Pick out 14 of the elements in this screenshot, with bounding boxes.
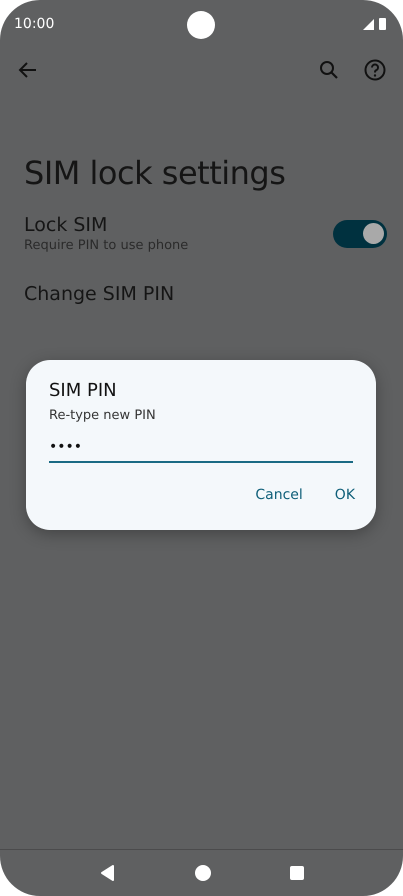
camera-icon: [187, 11, 215, 39]
dialog-button[interactable]: Cancel: [247, 483, 311, 507]
dialog-button[interactable]: OK: [326, 483, 363, 507]
pin-field[interactable]: ••••: [49, 435, 353, 463]
lock-switch[interactable]: [333, 220, 387, 248]
back-nav-icon[interactable]: [98, 864, 116, 882]
page-title: SIM lock settings: [24, 154, 286, 192]
help-icon[interactable]: [363, 58, 387, 82]
status-time: 10:00: [14, 16, 54, 32]
recents-nav-icon[interactable]: [288, 865, 304, 881]
dialog-message: Re-type new PIN: [49, 408, 157, 423]
dialog-title: SIM PIN: [49, 380, 118, 401]
home-nav-icon[interactable]: [194, 864, 212, 882]
signal-battery-icon: [363, 17, 389, 31]
